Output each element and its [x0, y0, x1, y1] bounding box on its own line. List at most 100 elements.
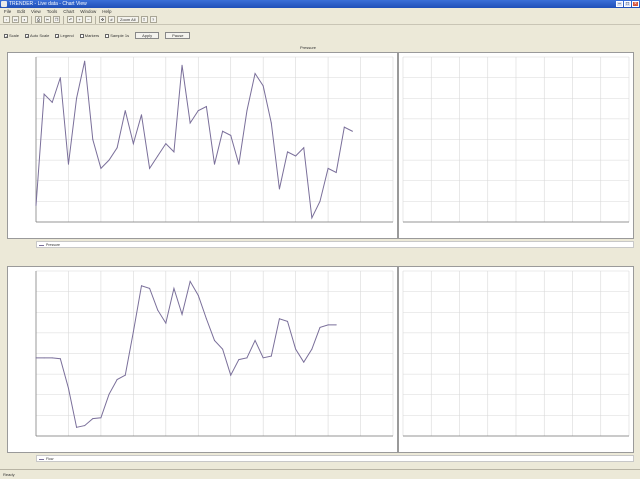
export-icon[interactable]: ⇪ — [140, 16, 148, 23]
data-point — [311, 348, 313, 350]
chart-panel-top-right[interactable] — [398, 52, 634, 239]
grid-icon[interactable]: # — [108, 16, 115, 23]
data-point — [197, 294, 199, 296]
save-icon[interactable]: ▪ — [21, 16, 28, 23]
menu-help[interactable]: Help — [102, 8, 111, 15]
app-icon — [1, 1, 7, 7]
data-point — [335, 324, 337, 326]
data-point — [67, 387, 69, 389]
window-title: TRENDER - Live data - Chart View — [9, 1, 87, 7]
checkbox[interactable]: ✓ — [55, 33, 60, 38]
data-point — [222, 348, 224, 350]
data-point — [278, 318, 280, 320]
data-point — [165, 322, 167, 324]
toolbar-separator — [95, 15, 96, 24]
close-button[interactable]: × — [632, 1, 639, 7]
menu-window[interactable]: Window — [80, 8, 96, 15]
zoom-in-icon[interactable]: + — [76, 16, 83, 23]
zoom-all-button[interactable]: Zoom All — [117, 16, 139, 23]
menu-tools[interactable]: Tools — [47, 8, 58, 15]
data-point — [287, 151, 289, 153]
menu-bar: File Edit View Tools Chart Window Help — [0, 8, 640, 15]
options-bar: ✓ Scale ✓ Auto Scale ✓ Legend Markers Sampl… — [0, 31, 640, 40]
new-file-icon[interactable]: ▫ — [3, 16, 10, 23]
menu-edit[interactable]: Edit — [17, 8, 25, 15]
data-point — [295, 348, 297, 350]
option-legend[interactable]: ✓ Legend — [55, 33, 74, 38]
cut-icon[interactable]: ✂ — [44, 16, 51, 23]
legend-swatch — [39, 458, 44, 460]
data-point — [270, 355, 272, 357]
data-point — [173, 287, 175, 289]
data-point — [140, 114, 142, 116]
data-point — [165, 143, 167, 145]
maximize-button[interactable]: □ — [624, 1, 631, 7]
data-point — [59, 358, 61, 360]
empty-chart-grid — [402, 270, 630, 437]
data-point — [108, 393, 110, 395]
minimize-button[interactable]: – — [616, 1, 623, 7]
checkbox[interactable] — [79, 33, 84, 38]
chart-panel-bottom-left[interactable] — [7, 266, 398, 453]
data-point — [230, 134, 232, 136]
data-point — [270, 122, 272, 124]
chart-panel-bottom-right[interactable] — [398, 266, 634, 453]
data-point — [230, 374, 232, 376]
data-point — [43, 357, 45, 359]
option-markers[interactable]: Markers — [79, 33, 99, 38]
menu-chart[interactable]: Chart — [63, 8, 74, 15]
data-point — [149, 167, 151, 169]
chart-title-top: Pressure — [300, 45, 317, 50]
data-point — [327, 167, 329, 169]
pan-icon[interactable]: ✥ — [99, 16, 106, 23]
flow-chart-svg — [35, 270, 394, 437]
data-point — [246, 357, 248, 359]
data-point — [327, 324, 329, 326]
zoom-out-icon[interactable]: − — [85, 16, 92, 23]
checkbox[interactable]: ✓ — [25, 33, 29, 38]
legend-swatch — [39, 244, 44, 246]
window-titlebar[interactable]: TRENDER - Live data - Chart View – □ × — [0, 0, 640, 8]
data-point — [67, 163, 69, 165]
data-point — [132, 143, 134, 145]
data-point — [319, 200, 321, 202]
data-point — [246, 110, 248, 112]
menu-view[interactable]: View — [31, 8, 41, 15]
data-point — [311, 217, 313, 219]
empty-chart-grid — [402, 56, 630, 223]
pause-button[interactable]: Pause — [165, 32, 191, 39]
data-point — [189, 280, 191, 282]
print-icon[interactable]: ⎙ — [35, 16, 42, 23]
undo-icon[interactable]: ↶ — [67, 16, 74, 23]
apply-button[interactable]: Apply — [135, 32, 160, 39]
data-point — [92, 418, 94, 420]
option-auto-scale[interactable]: ✓ Auto Scale — [25, 33, 49, 38]
option-sample[interactable]: Sample 1s — [105, 33, 129, 38]
open-folder-icon[interactable]: ▭ — [12, 16, 19, 23]
data-point — [238, 359, 240, 361]
data-point — [205, 106, 207, 107]
checkbox[interactable] — [105, 33, 110, 38]
toolbar: ▫ ▭ ▪ ⎙ ✂ ❐ ↶ + − ✥ # Zoom All ⇪ ? — [0, 15, 640, 25]
data-point — [157, 155, 159, 157]
data-point — [173, 151, 175, 153]
data-point — [351, 130, 353, 132]
data-point — [205, 318, 207, 320]
data-point — [197, 110, 199, 112]
data-point — [157, 309, 159, 311]
help-icon[interactable]: ? — [149, 16, 157, 23]
data-point — [124, 110, 126, 112]
data-point — [76, 426, 78, 428]
option-scale[interactable]: ✓ Scale — [4, 33, 19, 38]
checkbox[interactable]: ✓ — [4, 33, 8, 38]
data-point — [254, 339, 256, 341]
data-point — [181, 313, 183, 315]
legend-bottom: Flow — [36, 455, 634, 462]
menu-file[interactable]: File — [4, 8, 11, 15]
data-point — [149, 287, 151, 289]
copy-icon[interactable]: ❐ — [53, 16, 60, 23]
data-point — [335, 172, 337, 173]
data-point — [262, 85, 264, 87]
legend-top: Pressure — [36, 241, 634, 248]
chart-panel-top-left[interactable] — [7, 52, 398, 239]
